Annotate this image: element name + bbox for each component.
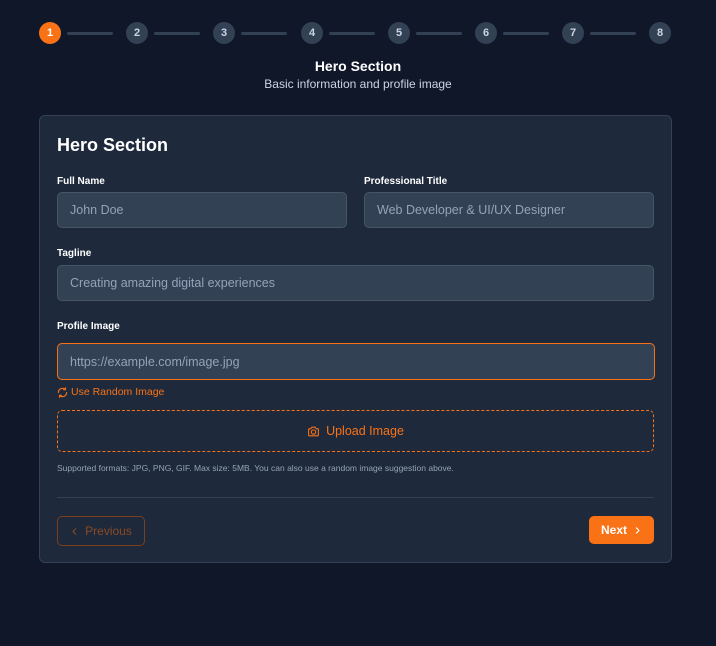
step-title: Hero Section (314, 58, 402, 74)
hero-section-card: Hero Section Full Name Professional Titl… (39, 115, 672, 563)
next-label: Next (600, 523, 627, 537)
step-subtitle: Basic information and profile image (264, 77, 452, 91)
step-connector (67, 32, 113, 35)
step-7[interactable]: 7 (562, 22, 584, 44)
previous-label: Previous (85, 524, 132, 538)
full-name-input[interactable] (57, 192, 347, 228)
step-4[interactable]: 4 (301, 22, 323, 44)
step-2[interactable]: 2 (126, 22, 148, 44)
chevron-left-icon (70, 527, 79, 536)
profile-image-label: Profile Image (57, 321, 120, 332)
camera-icon (307, 425, 320, 438)
chevron-right-icon (633, 526, 642, 535)
divider (57, 497, 654, 498)
previous-button[interactable]: Previous (57, 516, 145, 546)
upload-image-label: Upload Image (326, 424, 404, 438)
next-button[interactable]: Next (589, 516, 654, 544)
step-connector (416, 32, 462, 35)
step-5[interactable]: 5 (388, 22, 410, 44)
step-connector (590, 32, 636, 35)
use-random-image-link[interactable]: Use Random Image (57, 386, 164, 398)
upload-image-button[interactable]: Upload Image (57, 410, 654, 452)
card-title: Hero Section (57, 135, 169, 155)
full-name-label: Full Name (57, 176, 105, 187)
step-8[interactable]: 8 (649, 22, 671, 44)
tagline-input[interactable] (57, 265, 654, 301)
refresh-icon (57, 386, 68, 398)
professional-title-label: Professional Title (364, 176, 448, 187)
tagline-label: Tagline (57, 248, 92, 259)
professional-title-input[interactable] (364, 192, 654, 228)
progress-stepper: 1 2 3 4 5 6 7 8 (39, 22, 672, 44)
step-connector (241, 32, 287, 35)
step-6[interactable]: 6 (475, 22, 497, 44)
supported-formats-help: Supported formats: JPG, PNG, GIF. Max si… (57, 463, 454, 473)
profile-image-url-input[interactable] (57, 343, 655, 380)
step-connector (154, 32, 200, 35)
step-1[interactable]: 1 (39, 22, 61, 44)
step-3[interactable]: 3 (213, 22, 235, 44)
step-connector (503, 32, 549, 35)
step-connector (329, 32, 375, 35)
use-random-image-label: Use Random Image (71, 386, 165, 398)
